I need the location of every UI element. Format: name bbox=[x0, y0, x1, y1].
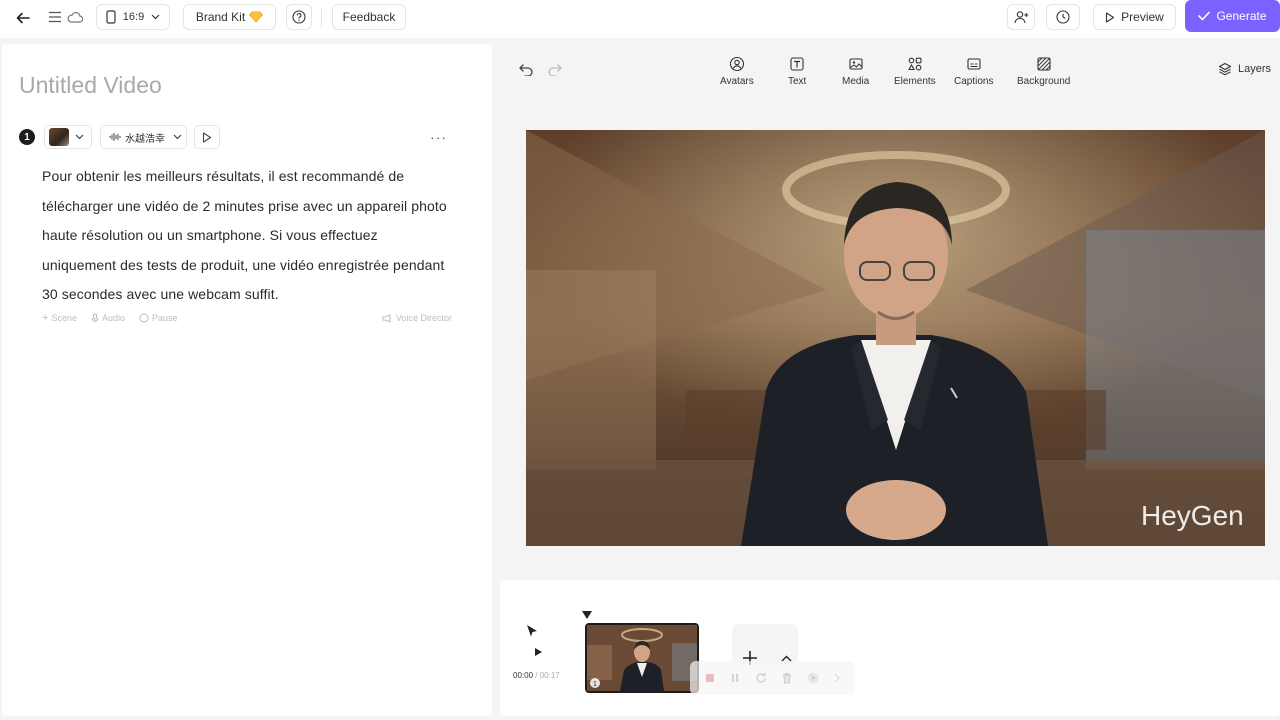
toolbar-media[interactable]: Media bbox=[842, 56, 869, 87]
toolbar-elements-label: Elements bbox=[894, 76, 936, 87]
more-options-icon[interactable]: ··· bbox=[430, 129, 447, 145]
captions-icon bbox=[967, 58, 981, 70]
layers-icon bbox=[1218, 62, 1232, 76]
top-bar: 16:9 Brand Kit Feedback Preview Generate bbox=[0, 0, 1280, 38]
toolbar-text[interactable]: Text bbox=[788, 56, 806, 87]
preview-button[interactable]: Preview bbox=[1093, 4, 1176, 30]
pause-icon[interactable] bbox=[730, 673, 740, 683]
back-arrow-icon[interactable] bbox=[12, 7, 34, 29]
time-display: 00:00 / 00:17 bbox=[513, 671, 560, 680]
voice-director-button[interactable]: Voice Director bbox=[382, 313, 452, 323]
clip-tools bbox=[690, 661, 855, 695]
undo-icon[interactable] bbox=[518, 62, 534, 78]
plus-icon: + bbox=[42, 312, 49, 324]
toolbar-background-label: Background bbox=[1017, 76, 1071, 87]
generate-button[interactable]: Generate bbox=[1185, 0, 1280, 32]
avatar-select[interactable] bbox=[44, 125, 92, 149]
trash-icon[interactable] bbox=[782, 672, 792, 684]
brand-kit-label: Brand Kit bbox=[195, 10, 246, 24]
generate-label: Generate bbox=[1216, 9, 1267, 23]
audio-label: Audio bbox=[101, 313, 125, 323]
current-time: 00:00 bbox=[513, 671, 534, 680]
refresh-icon[interactable] bbox=[755, 672, 767, 684]
preview-label: Preview bbox=[1121, 10, 1164, 24]
feedback-label: Feedback bbox=[342, 10, 396, 24]
scene-clip[interactable]: 1 bbox=[585, 623, 699, 693]
clip-thumbnail: 1 bbox=[587, 625, 697, 691]
media-icon bbox=[849, 58, 863, 70]
heygen-watermark: HeyGen bbox=[1141, 500, 1244, 531]
layers-label: Layers bbox=[1238, 63, 1272, 75]
clock-icon bbox=[1056, 10, 1070, 24]
script-panel: Untitled Video 1 水越浩幸 ··· Pour obtenir l… bbox=[2, 44, 492, 716]
pause-label: Pause bbox=[152, 313, 178, 323]
background-icon bbox=[1037, 57, 1051, 71]
elements-icon bbox=[907, 57, 922, 71]
add-user-icon bbox=[1013, 11, 1028, 24]
history-button[interactable] bbox=[1046, 4, 1080, 30]
help-button[interactable] bbox=[286, 4, 312, 30]
feedback-button[interactable]: Feedback bbox=[332, 4, 406, 30]
aspect-ratio-label: 16:9 bbox=[122, 11, 145, 23]
share-user-button[interactable] bbox=[1007, 4, 1035, 30]
brand-kit-button[interactable]: Brand Kit bbox=[183, 4, 276, 30]
voice-select[interactable]: 水越浩幸 bbox=[100, 125, 187, 149]
timeline-play-button[interactable] bbox=[528, 642, 548, 662]
chevron-down-icon bbox=[75, 134, 84, 140]
audio-button[interactable]: Audio bbox=[91, 313, 125, 323]
toolbar-text-label: Text bbox=[788, 76, 807, 87]
add-scene-button[interactable]: + Scene bbox=[42, 312, 77, 324]
toolbar-background[interactable]: Background bbox=[1017, 56, 1070, 87]
megaphone-icon bbox=[382, 313, 391, 323]
pause-bubble-icon bbox=[139, 313, 149, 323]
clip-number: 1 bbox=[593, 681, 597, 688]
select-cursor-icon[interactable] bbox=[807, 672, 819, 684]
video-preview[interactable]: HeyGen bbox=[526, 130, 1265, 546]
microphone-icon bbox=[91, 313, 99, 323]
record-icon[interactable] bbox=[705, 673, 715, 683]
scene-label: Scene bbox=[51, 313, 77, 323]
timeline-panel: 00:00 / 00:17 1 bbox=[500, 580, 1280, 716]
play-icon bbox=[534, 648, 542, 656]
cursor-icon[interactable] bbox=[524, 623, 540, 639]
play-icon bbox=[202, 131, 212, 143]
canvas-area: Avatars Text Media Elements Captions Bac… bbox=[494, 38, 1280, 589]
avatar-scene-image: HeyGen bbox=[526, 130, 1265, 546]
pause-button[interactable]: Pause bbox=[139, 313, 178, 323]
toolbar-captions-label: Captions bbox=[954, 76, 994, 87]
playhead[interactable] bbox=[582, 611, 592, 619]
total-time: 00:17 bbox=[539, 671, 560, 680]
time-separator: / bbox=[533, 671, 540, 680]
aspect-ratio-select[interactable]: 16:9 bbox=[96, 4, 170, 30]
video-title[interactable]: Untitled Video bbox=[19, 72, 162, 99]
voice-director-label: Voice Director bbox=[395, 313, 452, 323]
redo-icon[interactable] bbox=[547, 62, 563, 78]
menu-icon[interactable] bbox=[46, 8, 64, 26]
chevron-down-icon bbox=[151, 14, 160, 20]
divider bbox=[321, 9, 322, 27]
waveform-icon bbox=[109, 133, 121, 141]
chevron-down-icon bbox=[173, 134, 182, 140]
play-icon bbox=[1106, 11, 1115, 23]
toolbar-elements[interactable]: Elements bbox=[894, 56, 936, 87]
question-icon bbox=[292, 10, 306, 24]
toolbar-avatars[interactable]: Avatars bbox=[720, 56, 754, 87]
script-text[interactable]: Pour obtenir les meilleurs résultats, il… bbox=[42, 162, 452, 310]
play-script-button[interactable] bbox=[194, 125, 220, 149]
toolbar-media-label: Media bbox=[842, 76, 870, 87]
text-icon bbox=[790, 57, 804, 71]
layers-button[interactable]: Layers bbox=[1218, 62, 1271, 76]
avatar-icon bbox=[729, 56, 744, 72]
avatar bbox=[49, 128, 69, 146]
toolbar-avatars-label: Avatars bbox=[720, 76, 754, 87]
chevron-right-icon[interactable] bbox=[834, 673, 840, 683]
phone-icon bbox=[106, 10, 116, 24]
script-tools: + Scene Audio Pause Voice Director bbox=[42, 312, 452, 324]
voice-name: 水越浩幸 bbox=[125, 133, 165, 145]
toolbar-captions[interactable]: Captions bbox=[954, 56, 993, 87]
cloud-icon bbox=[66, 8, 84, 26]
scene-number-badge: 1 bbox=[19, 129, 35, 145]
check-icon bbox=[1198, 11, 1211, 21]
diamond-icon bbox=[249, 11, 264, 23]
